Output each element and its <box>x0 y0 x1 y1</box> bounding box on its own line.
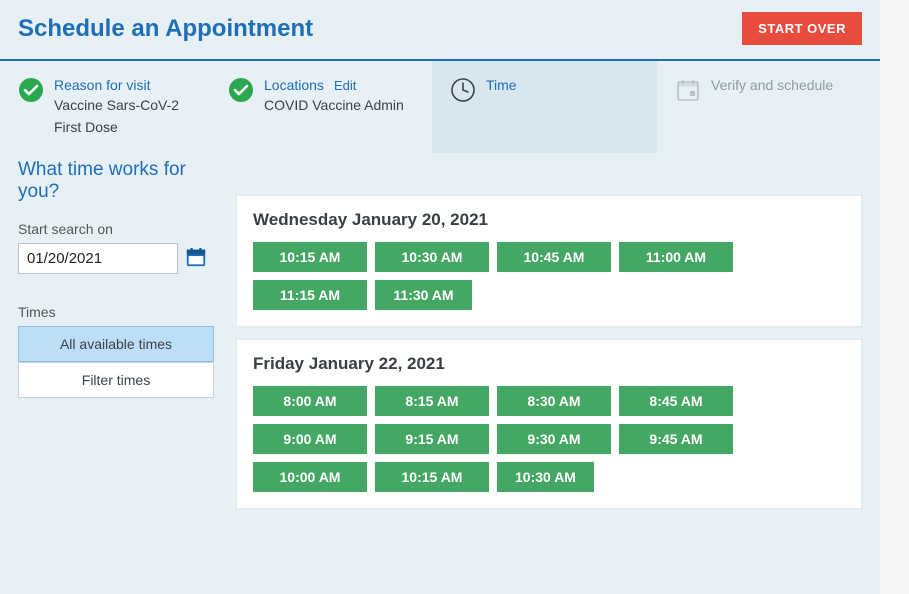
time-slot-button[interactable]: 11:30 AM <box>375 280 472 310</box>
start-date-input[interactable] <box>18 243 178 274</box>
time-slot-button[interactable]: 9:45 AM <box>619 424 733 454</box>
times-option-filter[interactable]: Filter times <box>18 362 214 398</box>
start-over-button[interactable]: START OVER <box>742 12 862 45</box>
step-locations-value: COVID Vaccine Admin <box>264 96 404 115</box>
step-reason-title: Reason for visit <box>54 77 150 93</box>
time-slot-button[interactable]: 10:30 AM <box>497 462 594 492</box>
calendar-picker-button[interactable] <box>184 246 208 270</box>
time-slot-button[interactable]: 9:15 AM <box>375 424 489 454</box>
clock-icon <box>450 77 476 103</box>
step-verify: Verify and schedule <box>657 61 880 153</box>
time-slot-button[interactable]: 10:00 AM <box>253 462 367 492</box>
slots-row: 10:15 AM 10:30 AM 10:45 AM 11:00 AM 11:15 AM… <box>253 242 845 310</box>
time-slot-button[interactable]: 10:45 AM <box>497 242 611 272</box>
results-list: Wednesday January 20, 2021 10:15 AM 10:30 … <box>236 195 862 509</box>
step-time-title: Time <box>486 77 517 93</box>
time-slot-button[interactable]: 8:00 AM <box>253 386 367 416</box>
step-time: Time <box>432 61 657 153</box>
time-slot-button[interactable]: 8:30 AM <box>497 386 611 416</box>
step-verify-title: Verify and schedule <box>711 77 833 93</box>
check-circle-icon <box>228 77 254 103</box>
time-slot-button[interactable]: 11:00 AM <box>619 242 733 272</box>
times-label: Times <box>18 304 214 320</box>
calendar-icon <box>185 246 207 271</box>
step-locations-edit-link[interactable]: Edit <box>334 78 356 93</box>
page-title: Schedule an Appointment <box>18 15 313 43</box>
time-slot-button[interactable]: 9:00 AM <box>253 424 367 454</box>
step-reason[interactable]: Reason for visit Vaccine Sars-CoV-2 Firs… <box>0 61 210 153</box>
time-slot-button[interactable]: 10:15 AM <box>375 462 489 492</box>
time-slot-button[interactable]: 10:30 AM <box>375 242 489 272</box>
time-slot-button[interactable]: 8:15 AM <box>375 386 489 416</box>
step-locations-title: Locations <box>264 77 324 93</box>
slots-row: 8:00 AM 8:15 AM 8:30 AM 8:45 AM 9:00 AM 9:15 … <box>253 386 845 492</box>
prompt-heading: What time works for you? <box>18 159 214 203</box>
day-card: Wednesday January 20, 2021 10:15 AM 10:30 … <box>236 195 862 327</box>
step-locations[interactable]: Locations Edit COVID Vaccine Admin <box>210 61 432 153</box>
step-reason-value-line2: First Dose <box>54 118 179 137</box>
day-heading: Wednesday January 20, 2021 <box>253 210 845 230</box>
time-slot-button[interactable]: 9:30 AM <box>497 424 611 454</box>
start-search-label: Start search on <box>18 221 214 237</box>
day-heading: Friday January 22, 2021 <box>253 354 845 374</box>
times-option-all[interactable]: All available times <box>18 326 214 362</box>
time-slot-button[interactable]: 10:15 AM <box>253 242 367 272</box>
day-card: Friday January 22, 2021 8:00 AM 8:15 AM 8:3… <box>236 339 862 509</box>
time-slot-button[interactable]: 8:45 AM <box>619 386 733 416</box>
stepper: Reason for visit Vaccine Sars-CoV-2 Firs… <box>0 61 880 153</box>
step-reason-value-line1: Vaccine Sars-CoV-2 <box>54 96 179 115</box>
calendar-icon <box>675 77 701 103</box>
time-slot-button[interactable]: 11:15 AM <box>253 280 367 310</box>
check-circle-icon <box>18 77 44 103</box>
